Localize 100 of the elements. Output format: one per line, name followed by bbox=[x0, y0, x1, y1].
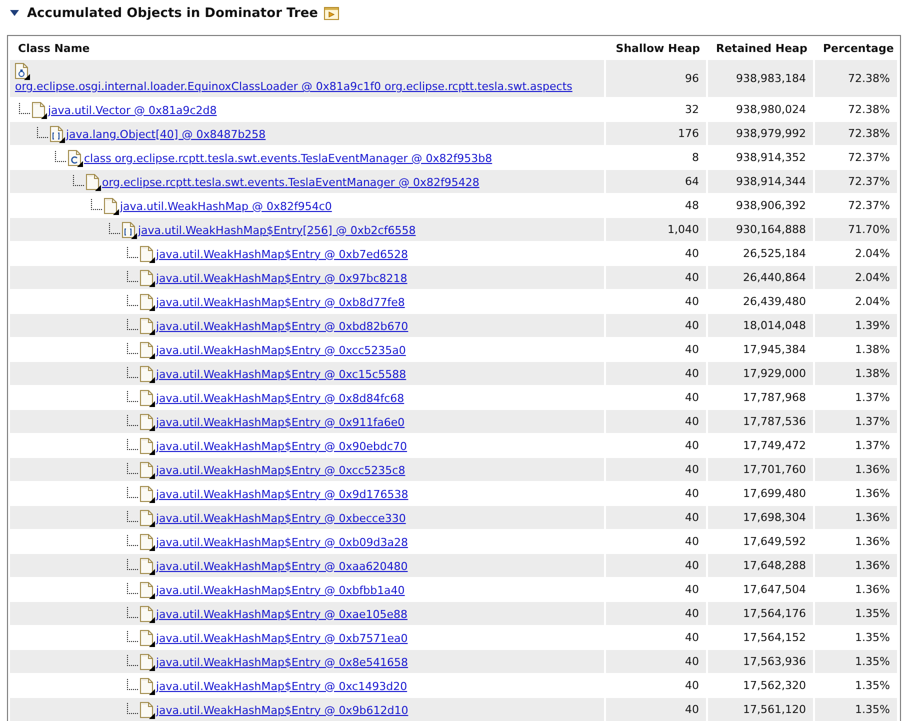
collapse-icon[interactable] bbox=[10, 10, 19, 16]
object-icon bbox=[139, 460, 155, 478]
object-icon bbox=[85, 172, 101, 190]
object-icon bbox=[139, 292, 155, 310]
table-cell: 2.04% bbox=[814, 266, 897, 290]
tree-line bbox=[126, 702, 139, 714]
table-cell: 40 bbox=[605, 698, 707, 721]
object-link[interactable]: java.util.WeakHashMap$Entry @ 0xc1493d20 bbox=[156, 680, 408, 694]
object-icon bbox=[139, 316, 155, 334]
object-link[interactable]: java.util.WeakHashMap$Entry @ 0xb09d3a28 bbox=[156, 536, 408, 550]
object-icon bbox=[139, 484, 155, 502]
table-cell: 96 bbox=[605, 60, 707, 98]
object-link[interactable]: java.util.WeakHashMap$Entry @ 0xbfbb1a40 bbox=[156, 584, 405, 598]
tree-line bbox=[126, 246, 139, 258]
table-cell: 17,648,288 bbox=[707, 554, 814, 578]
table-cell: 1.35% bbox=[814, 602, 897, 626]
object-icon bbox=[139, 340, 155, 358]
column-header[interactable]: Retained Heap bbox=[707, 36, 814, 60]
object-icon bbox=[139, 268, 155, 286]
object-icon bbox=[139, 436, 155, 454]
tree-line bbox=[126, 486, 139, 498]
table-cell: 1.35% bbox=[814, 698, 897, 721]
table-cell: 1.38% bbox=[814, 362, 897, 386]
table-cell: 40 bbox=[605, 266, 707, 290]
tree-line bbox=[126, 654, 139, 666]
object-icon bbox=[139, 556, 155, 574]
column-header[interactable]: Percentage bbox=[814, 36, 897, 60]
table-cell: 17,561,120 bbox=[707, 698, 814, 721]
object-icon bbox=[139, 364, 155, 382]
object-icon bbox=[31, 100, 47, 118]
table-cell: 17,929,000 bbox=[707, 362, 814, 386]
tree-line bbox=[126, 534, 139, 546]
tree-line bbox=[18, 102, 31, 114]
object-link[interactable]: java.util.WeakHashMap$Entry @ 0x8d84fc68 bbox=[156, 392, 404, 406]
table-cell: 17,698,304 bbox=[707, 506, 814, 530]
object-link[interactable]: java.lang.Object[40] @ 0x8487b258 bbox=[66, 128, 266, 142]
tree-line bbox=[72, 174, 85, 186]
object-link[interactable]: java.util.WeakHashMap$Entry @ 0xb7ed6528 bbox=[156, 248, 408, 262]
object-icon bbox=[139, 388, 155, 406]
table-cell: 1.36% bbox=[814, 506, 897, 530]
table-cell: 40 bbox=[605, 362, 707, 386]
table-cell: 17,564,176 bbox=[707, 602, 814, 626]
table-cell: 1,040 bbox=[605, 218, 707, 242]
tree-line bbox=[126, 510, 139, 522]
tree-line bbox=[126, 462, 139, 474]
table-cell: 930,164,888 bbox=[707, 218, 814, 242]
table-cell: 72.37% bbox=[814, 170, 897, 194]
table-cell: 40 bbox=[605, 602, 707, 626]
tree-line bbox=[126, 678, 139, 690]
object-icon bbox=[139, 676, 155, 694]
tree-line bbox=[90, 198, 103, 210]
table-cell: 1.35% bbox=[814, 650, 897, 674]
table-cell: 40 bbox=[605, 506, 707, 530]
table-cell: 938,983,184 bbox=[707, 60, 814, 98]
tree-line bbox=[126, 606, 139, 618]
object-icon bbox=[139, 532, 155, 550]
object-link[interactable]: java.util.WeakHashMap$Entry @ 0xb7571ea0 bbox=[156, 632, 408, 646]
object-link[interactable]: java.util.WeakHashMap$Entry @ 0xcc5235a0 bbox=[156, 344, 406, 358]
tree-line bbox=[126, 630, 139, 642]
table-cell: 72.38% bbox=[814, 60, 897, 98]
object-link[interactable]: java.util.Vector @ 0x81a9c2d8 bbox=[48, 104, 217, 118]
table-cell: 17,701,760 bbox=[707, 458, 814, 482]
table-cell: 1.36% bbox=[814, 458, 897, 482]
table-cell: 72.38% bbox=[814, 122, 897, 146]
table-cell: 17,787,536 bbox=[707, 410, 814, 434]
table-cell: 71.70% bbox=[814, 218, 897, 242]
array-icon bbox=[49, 124, 65, 142]
tree-line bbox=[126, 438, 139, 450]
table-cell: 938,979,992 bbox=[707, 122, 814, 146]
table-cell: 18,014,048 bbox=[707, 314, 814, 338]
table-cell: 40 bbox=[605, 458, 707, 482]
class-icon bbox=[67, 148, 83, 166]
column-header[interactable]: Shallow Heap bbox=[605, 36, 707, 60]
section-title: Accumulated Objects in Dominator Tree bbox=[27, 6, 318, 20]
table-cell: 176 bbox=[605, 122, 707, 146]
table-cell: 64 bbox=[605, 170, 707, 194]
object-link[interactable]: java.util.WeakHashMap$Entry @ 0xb8d77fe8 bbox=[156, 296, 405, 310]
table-cell: 40 bbox=[605, 410, 707, 434]
object-icon bbox=[139, 580, 155, 598]
object-link[interactable]: class org.eclipse.rcptt.tesla.swt.events.TeslaEventManager @ 0x82f953b8 bbox=[84, 152, 492, 166]
tree-line bbox=[108, 222, 121, 234]
object-icon bbox=[139, 604, 155, 622]
tree-line bbox=[54, 150, 67, 162]
table-cell: 1.36% bbox=[814, 554, 897, 578]
tree-line bbox=[126, 414, 139, 426]
table-cell: 17,563,936 bbox=[707, 650, 814, 674]
tree-line bbox=[126, 318, 139, 330]
object-icon bbox=[139, 508, 155, 526]
table-cell: 1.39% bbox=[814, 314, 897, 338]
object-link[interactable]: java.util.WeakHashMap @ 0x82f954c0 bbox=[120, 200, 332, 214]
tree-line bbox=[126, 294, 139, 306]
tree-line bbox=[126, 558, 139, 570]
object-link[interactable]: java.util.WeakHashMap$Entry @ 0x90ebdc70 bbox=[156, 440, 408, 454]
column-header[interactable]: Class Name bbox=[9, 36, 605, 60]
table-cell: 26,440,864 bbox=[707, 266, 814, 290]
open-view-icon[interactable] bbox=[324, 6, 340, 20]
table-cell: 40 bbox=[605, 650, 707, 674]
object-icon bbox=[139, 244, 155, 262]
object-link[interactable]: java.util.WeakHashMap$Entry @ 0x9d176538 bbox=[156, 488, 408, 502]
object-icon bbox=[103, 196, 119, 214]
